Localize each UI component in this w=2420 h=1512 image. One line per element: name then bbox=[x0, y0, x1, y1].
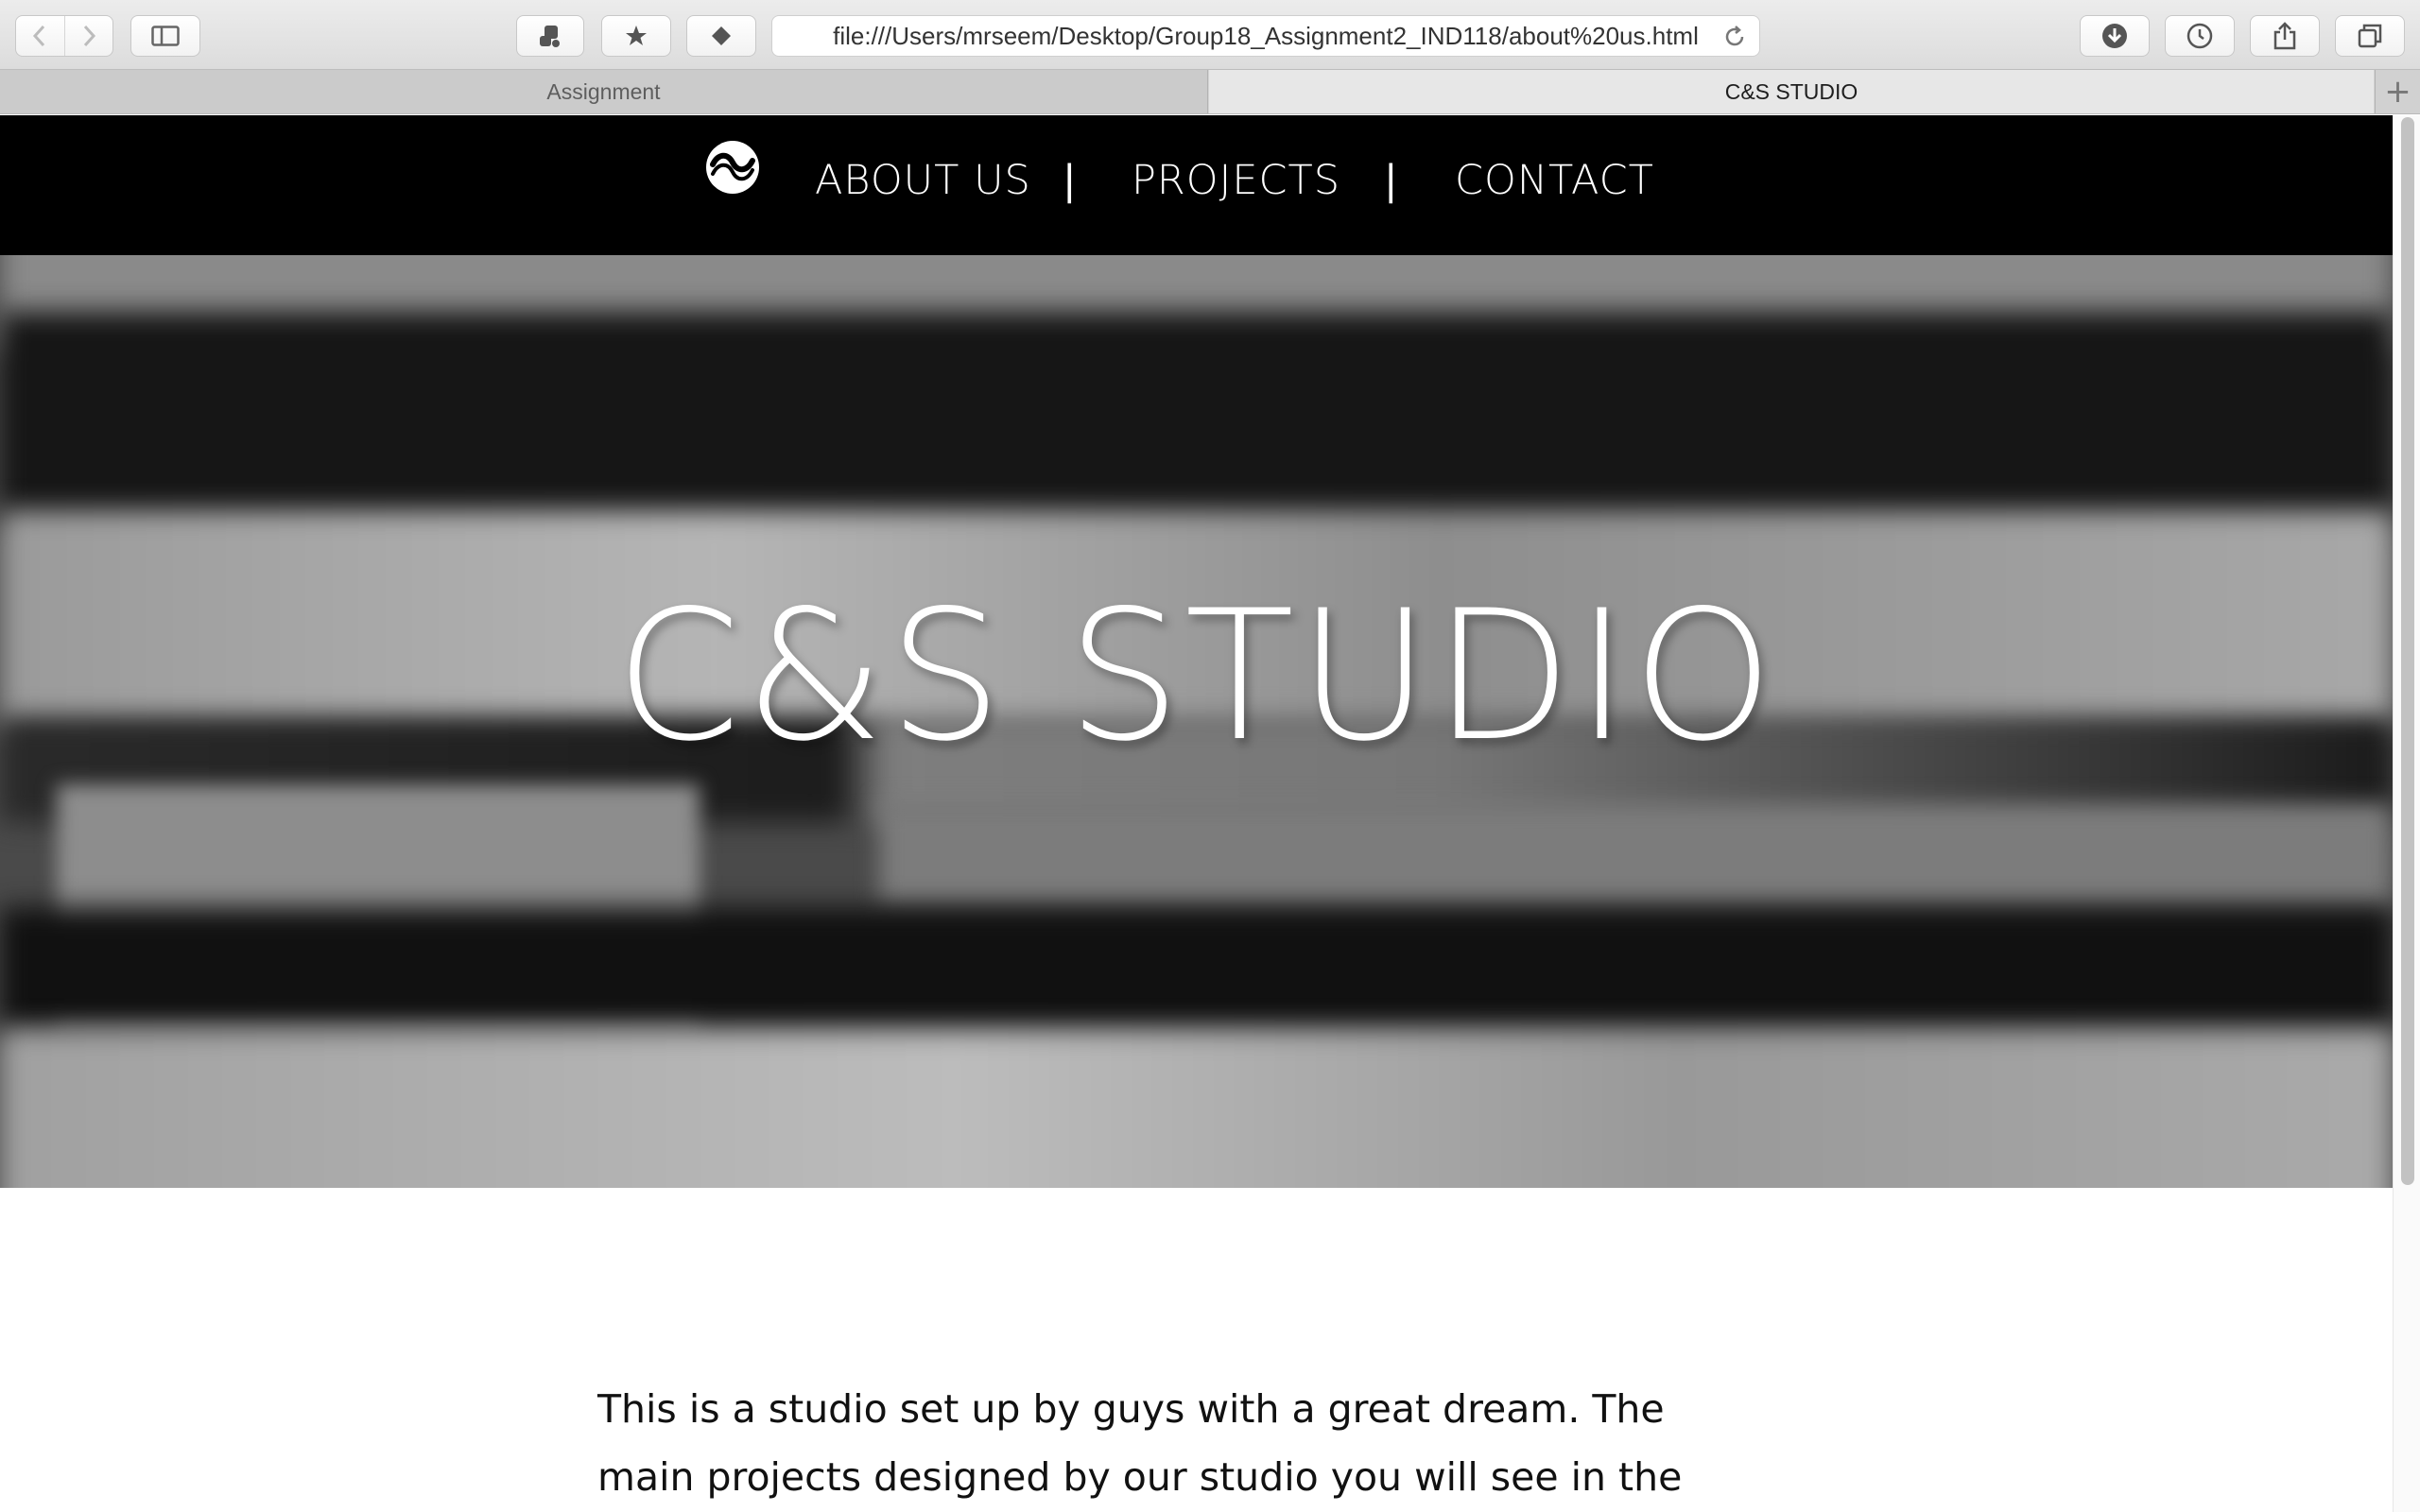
browser-toolbar: file:///Users/mrseem/Desktop/Group18_Ass… bbox=[0, 0, 2420, 70]
page-viewport: ABOUT US | PROJECTS | CONTACT C&S STUDIO… bbox=[0, 115, 2393, 1512]
diamond-icon[interactable] bbox=[686, 15, 756, 57]
history-nav bbox=[15, 15, 113, 57]
scrollbar-thumb[interactable] bbox=[2401, 117, 2414, 1185]
new-tab-button[interactable]: + bbox=[2375, 70, 2420, 113]
hero-texture bbox=[0, 1030, 2393, 1188]
address-bar[interactable]: file:///Users/mrseem/Desktop/Group18_Ass… bbox=[771, 15, 1760, 57]
site-header-nav: ABOUT US | PROJECTS | CONTACT bbox=[0, 115, 2393, 255]
forward-icon[interactable] bbox=[65, 16, 113, 56]
hero-texture bbox=[0, 312, 2393, 529]
history-icon[interactable] bbox=[2165, 15, 2235, 57]
tab-bar: Assignment C&S STUDIO + bbox=[0, 70, 2420, 114]
extension-icon[interactable] bbox=[516, 15, 584, 57]
nav-projects[interactable]: PROJECTS bbox=[1132, 157, 1340, 204]
share-icon[interactable] bbox=[2250, 15, 2320, 57]
tabs-overview-icon[interactable] bbox=[2335, 15, 2405, 57]
download-icon[interactable] bbox=[2080, 15, 2150, 57]
sidebar-icon[interactable] bbox=[130, 15, 200, 57]
intro-paragraph: This is a studio set up by guys with a g… bbox=[597, 1386, 1683, 1500]
tab-cs-studio[interactable]: C&S STUDIO bbox=[1209, 70, 2374, 113]
bookmark-star-icon[interactable] bbox=[601, 15, 671, 57]
hero-texture bbox=[879, 803, 2392, 907]
tab-assignment[interactable]: Assignment bbox=[0, 70, 1208, 113]
url-text: file:///Users/mrseem/Desktop/Group18_Ass… bbox=[833, 21, 1699, 50]
hero-title: C&S STUDIO bbox=[614, 572, 1778, 781]
hero-banner: C&S STUDIO bbox=[0, 255, 2393, 1188]
reload-icon[interactable] bbox=[1721, 24, 1748, 57]
nav-separator: | bbox=[1384, 157, 1398, 204]
back-icon[interactable] bbox=[16, 16, 65, 56]
scrollbar[interactable] bbox=[2393, 115, 2420, 1512]
hero-texture bbox=[0, 907, 2393, 1030]
nav-contact[interactable]: CONTACT bbox=[1455, 157, 1654, 204]
cs-studio-logo[interactable] bbox=[705, 140, 760, 195]
nav-separator: | bbox=[1063, 157, 1077, 204]
nav-about-us[interactable]: ABOUT US bbox=[815, 157, 1031, 204]
